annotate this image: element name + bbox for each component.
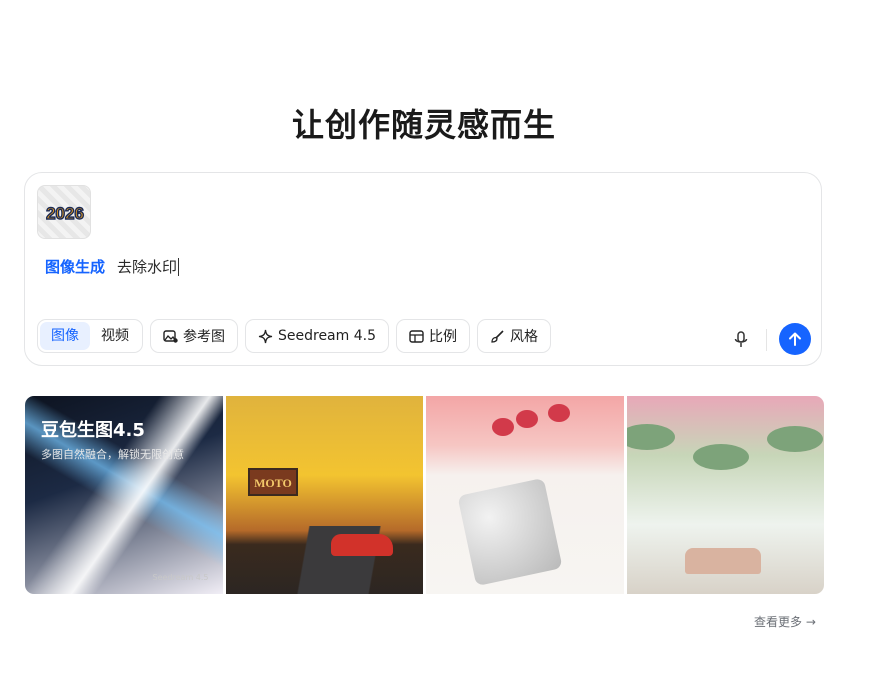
prompt-text: 去除水印 — [117, 258, 178, 276]
attachment-2026-image: 2026 — [45, 203, 84, 223]
svg-text:MOTO: MOTO — [254, 476, 292, 490]
style-label: 风格 — [510, 329, 538, 345]
attachment-thumbnail[interactable]: 2026 — [37, 185, 91, 239]
prompt-input[interactable]: 图像生成 去除水印 — [45, 256, 180, 277]
gallery-card-roses[interactable] — [426, 396, 624, 594]
bubble-wrap-shape — [457, 477, 563, 587]
rose-shape — [492, 418, 514, 436]
svg-text:2026: 2026 — [46, 204, 84, 223]
aspect-ratio-label: 比例 — [429, 329, 457, 345]
image-icon — [163, 329, 178, 343]
card-subheading: 多图自然融合，解锁无限创意 — [41, 448, 184, 461]
brush-icon — [491, 329, 504, 343]
motel-sign: MOTO — [247, 468, 298, 496]
composer-toolbar: 图像 视频 参考图 Seedream 4.5 比例 风格 — [37, 319, 551, 353]
card-heading: 豆包生图4.5 — [41, 420, 145, 441]
model-select-button[interactable]: Seedream 4.5 — [245, 319, 389, 353]
motel-sign-text: MOTO — [254, 476, 292, 490]
mode-tag[interactable]: 图像生成 — [45, 256, 105, 277]
aspect-ratio-icon — [409, 329, 424, 343]
media-type-toggle: 图像 视频 — [37, 319, 143, 353]
page-title: 让创作随灵感而生 — [291, 106, 556, 144]
gallery-card-desert-road[interactable]: MOTO — [225, 396, 423, 594]
rose-shape — [548, 404, 570, 422]
inspiration-gallery: 豆包生图4.5 多图自然融合，解锁无限创意 Seedream 4.5 MOTO — [25, 396, 824, 594]
microphone-button[interactable] — [733, 330, 749, 354]
sofa-shape — [684, 548, 761, 574]
text-caret — [178, 257, 180, 276]
red-car — [330, 534, 393, 556]
send-button[interactable] — [779, 323, 811, 355]
prompt-composer[interactable]: 2026 图像生成 去除水印 图像 视频 参考图 Seedream 4.5 比例… — [24, 172, 822, 366]
leaf-shape — [692, 444, 749, 470]
gallery-card-lotus-room[interactable] — [626, 396, 824, 594]
leaf-shape — [626, 424, 675, 450]
aspect-ratio-button[interactable]: 比例 — [396, 319, 470, 353]
card-badge: Seedream 4.5 — [152, 573, 209, 582]
arrow-up-icon — [789, 332, 801, 346]
reference-image-button[interactable]: 参考图 — [150, 319, 238, 353]
rose-shape — [516, 410, 538, 428]
toggle-video[interactable]: 视频 — [90, 322, 140, 350]
microphone-icon — [734, 331, 748, 347]
reference-image-label: 参考图 — [183, 329, 225, 345]
view-more-link[interactable]: 查看更多 → — [754, 613, 816, 630]
model-select-label: Seedream 4.5 — [278, 328, 376, 344]
leaf-shape — [766, 426, 823, 452]
sparkle-icon — [258, 329, 273, 343]
gallery-card-seedream[interactable]: 豆包生图4.5 多图自然融合，解锁无限创意 Seedream 4.5 — [25, 396, 223, 594]
style-button[interactable]: 风格 — [477, 319, 551, 353]
toolbar-divider — [766, 329, 767, 351]
toggle-image[interactable]: 图像 — [40, 322, 90, 350]
